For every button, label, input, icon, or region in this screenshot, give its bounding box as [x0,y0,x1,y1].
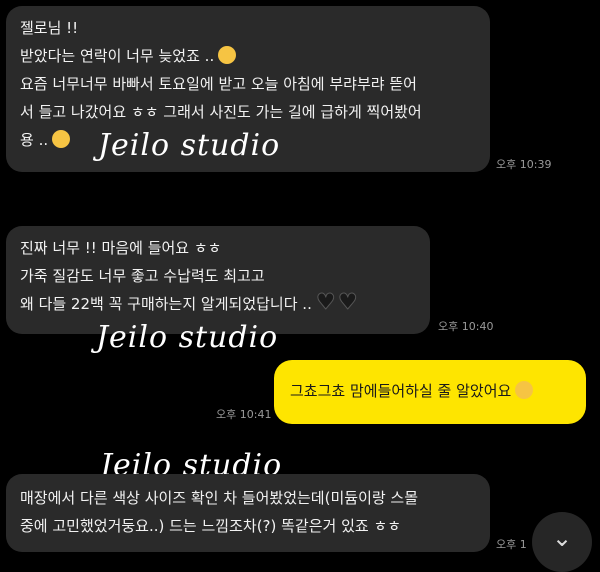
watermark: Jeilo studio [98,128,281,163]
message-line: 젤로님 !! [20,19,79,37]
message-bubble-received[interactable]: 매장에서 다른 색상 사이즈 확인 차 들어봤었는데(미듐이랑 스몰 중에 고민… [6,474,490,552]
message-text: 받았다는 연락이 너무 늦었죠 .. [20,47,215,65]
message-line: 서 들고 나갔어요 ㅎㅎ 그래서 사진도 가는 길에 급하게 찍어봤어 [20,103,422,121]
message-text: 그쵸그쵸 맘에들어하실 줄 알았어요 [290,382,512,400]
message-bubble-received[interactable]: 진짜 너무 !! 마음에 들어요 ㅎㅎ 가죽 질감도 너무 좋고 수납력도 최고… [6,226,430,334]
message-timestamp: 오후 10:41 [216,408,272,421]
black-heart-icon [338,289,358,317]
message-timestamp: 오후 10:39 [496,158,552,171]
message-text: 용 .. [20,131,49,149]
black-heart-icon [316,289,336,317]
watermark: Jeilo studio [96,320,279,355]
message-text: 왜 다들 22백 꼭 구매하는지 알게되었답니다 .. [20,295,312,313]
pleading-face-icon [218,46,237,64]
shushing-face-icon [52,130,71,148]
scroll-to-bottom-button[interactable]: ⌄ [532,512,592,572]
message-line: 중에 고민했었거둥요..) 드는 느낌조차(?) 똑같은거 있죠 ㅎㅎ [20,517,402,535]
chevron-down-icon: ⌄ [551,524,573,552]
message-line: 왜 다들 22백 꼭 구매하는지 알게되었답니다 .. [20,289,416,318]
message-line: 받았다는 연락이 너무 늦었죠 .. [20,42,476,70]
message-timestamp: 오후 1 [496,538,527,551]
message-timestamp: 오후 10:40 [438,320,494,333]
message-line: 요즘 너무너무 바빠서 토요일에 받고 오늘 아침에 부랴부랴 뜯어 [20,75,417,93]
message-line: 가죽 질감도 너무 좋고 수납력도 최고고 [20,267,265,285]
message-line: 진짜 너무 !! 마음에 들어요 ㅎㅎ [20,239,222,257]
message-line: 그쵸그쵸 맘에들어하실 줄 알았어요 [290,377,572,405]
smirking-face-icon [515,381,534,399]
message-line: 매장에서 다른 색상 사이즈 확인 차 들어봤었는데(미듐이랑 스몰 [20,489,419,507]
message-bubble-sent[interactable]: 그쵸그쵸 맘에들어하실 줄 알았어요 [274,360,586,424]
